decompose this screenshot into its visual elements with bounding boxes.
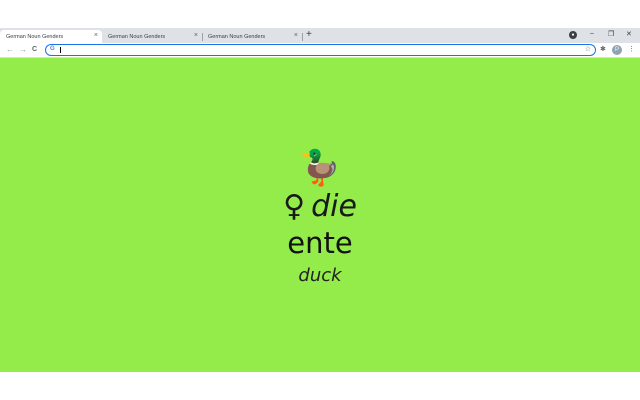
tab-2-title: German Noun Genders <box>108 33 166 40</box>
english-translation: duck <box>298 265 342 286</box>
tab-3-title: German Noun Genders <box>208 33 266 40</box>
menu-icon[interactable]: ⋮ <box>628 45 635 53</box>
forward-icon[interactable]: → <box>19 45 27 54</box>
back-icon[interactable]: ← <box>6 45 14 54</box>
tab-separator <box>302 33 303 41</box>
minimize-icon[interactable]: – <box>590 30 594 37</box>
duck-icon: 🦆 <box>298 149 342 187</box>
bookmark-star-icon[interactable]: ☆ <box>585 45 591 53</box>
tab-3-close-icon[interactable]: × <box>294 32 298 39</box>
avatar-initial: P <box>614 47 619 53</box>
address-bar[interactable]: G ☆ <box>45 44 596 56</box>
tab-3[interactable]: German Noun Genders × <box>202 30 302 43</box>
window-close-icon[interactable]: ✕ <box>626 30 632 38</box>
tab-1[interactable]: German Noun Genders × <box>0 30 102 43</box>
gender-article-line: ♀ die <box>0 189 640 224</box>
text-caret <box>60 47 61 53</box>
tab-1-close-icon[interactable]: × <box>94 32 98 39</box>
tab-2-close-icon[interactable]: × <box>194 32 198 39</box>
maximize-icon[interactable]: ❐ <box>608 30 614 38</box>
extensions-icon[interactable]: ✱ <box>600 45 606 53</box>
new-tab-icon[interactable]: + <box>306 29 312 40</box>
flashcard[interactable]: 🦆 ♀ die ente duck <box>0 58 640 372</box>
profile-badge-icon[interactable]: ● <box>569 31 577 39</box>
tab-1-title: German Noun Genders <box>6 33 64 40</box>
browser-window: German Noun Genders × German Noun Gender… <box>0 28 640 372</box>
tab-strip: German Noun Genders × German Noun Gender… <box>0 28 640 43</box>
search-engine-icon: G <box>50 46 55 52</box>
german-noun: ente <box>287 226 353 260</box>
page-content: 🦆 ♀ die ente duck <box>0 58 640 372</box>
article: die <box>311 189 357 224</box>
toolbar: ← → C G ☆ ✱ P ⋮ <box>0 43 640 58</box>
profile-badge-glyph: ● <box>571 32 575 38</box>
female-symbol-icon: ♀ <box>283 189 306 224</box>
avatar[interactable]: P <box>612 45 622 55</box>
tab-2[interactable]: German Noun Genders × <box>102 30 202 43</box>
reload-icon[interactable]: C <box>32 46 37 53</box>
